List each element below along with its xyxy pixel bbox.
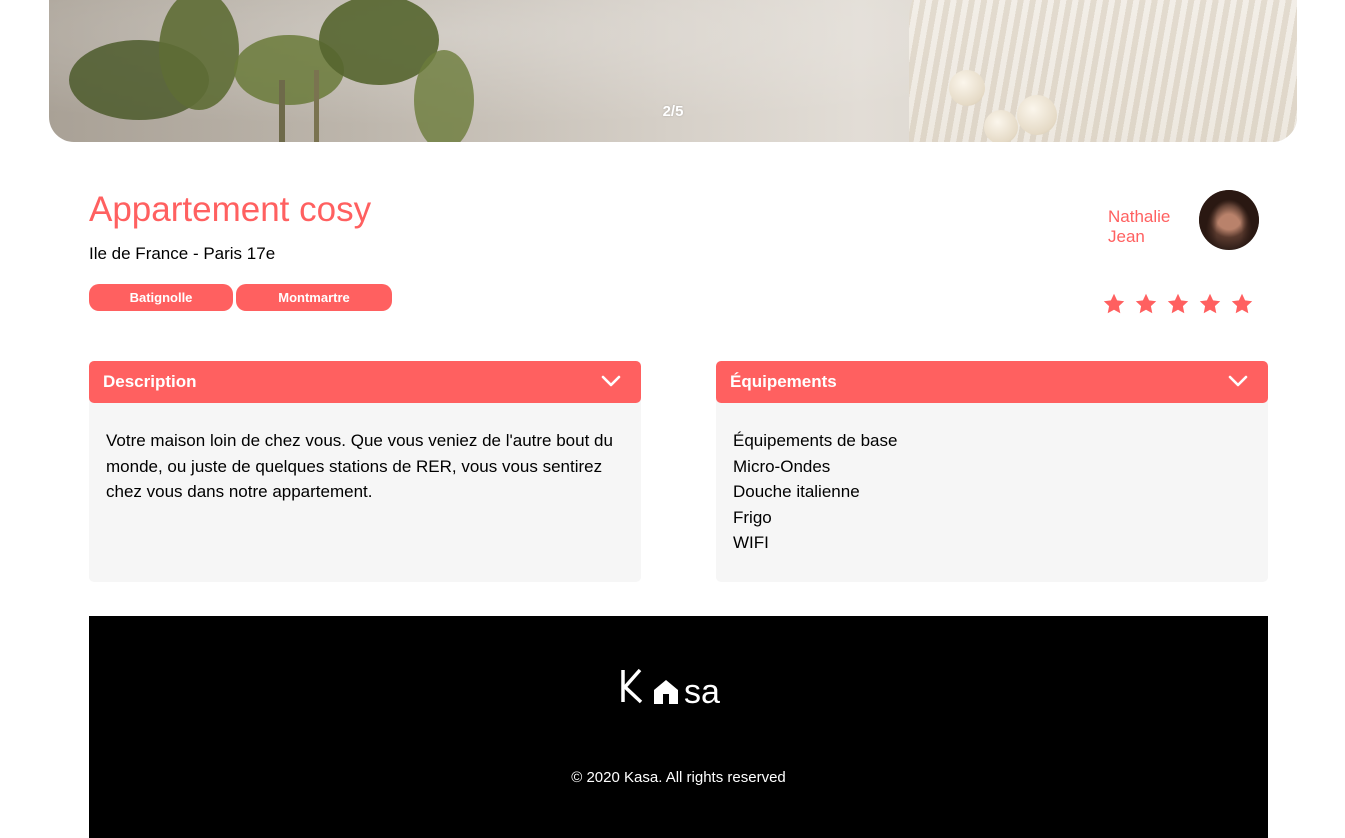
host-last-name: Jean <box>1108 227 1145 246</box>
copyright: © 2020 Kasa. All rights reserved <box>571 769 786 786</box>
star-icon <box>1199 293 1221 314</box>
host-avatar <box>1199 190 1259 250</box>
tag-list: Batignolle Montmartre <box>89 284 392 311</box>
tag: Batignolle <box>89 284 233 311</box>
rating-stars <box>1102 292 1254 316</box>
chevron-down-icon[interactable] <box>601 374 621 388</box>
listing-title: Appartement cosy <box>89 190 372 229</box>
star-icon <box>1103 293 1125 314</box>
equipments-header: Équipements <box>730 372 837 391</box>
tag: Montmartre <box>236 284 392 311</box>
house-icon <box>654 680 678 704</box>
equipment-item: Micro-Ondes <box>733 456 831 476</box>
description-body: Votre maison loin de chez vous. Que vous… <box>89 398 641 582</box>
equipments-body: Équipements de base Micro-Ondes Douche i… <box>716 398 1268 582</box>
description-collapse: Description Votre maison loin de chez vo… <box>89 361 641 582</box>
equipment-item: Douche italienne <box>733 482 860 501</box>
equipments-toggle[interactable]: Équipements <box>716 361 1268 403</box>
star-icon <box>1135 293 1157 314</box>
footer: sa © 2020 Kasa. All rights reserved <box>89 616 1268 838</box>
slide-counter: 2/5 <box>662 103 684 120</box>
description-toggle[interactable]: Description <box>89 361 641 403</box>
equipment-item: WIFI <box>733 533 769 552</box>
pompom-image <box>949 70 985 106</box>
star-icon <box>1167 293 1189 314</box>
star-icon <box>1231 293 1253 314</box>
equipment-item: Équipements de base <box>733 431 898 450</box>
listing-location: Ile de France - Paris 17e <box>89 244 276 263</box>
host-name: Nathalie Jean <box>1108 207 1188 247</box>
equipment-item: Frigo <box>733 507 772 527</box>
equipment-list: Équipements de base Micro-Ondes Douche i… <box>733 428 1251 556</box>
description-header: Description <box>103 372 197 391</box>
kasa-logo: sa <box>621 668 720 708</box>
chevron-down-icon[interactable] <box>1228 374 1248 388</box>
plant-image <box>69 0 474 142</box>
logo-text: sa <box>684 673 720 708</box>
equipments-collapse: Équipements Équipements de base Micro-On… <box>716 361 1268 582</box>
avatar-hair <box>1199 190 1259 250</box>
host-first-name: Nathalie <box>1108 207 1171 226</box>
gallery-carousel[interactable]: 2/5 <box>49 0 1297 142</box>
